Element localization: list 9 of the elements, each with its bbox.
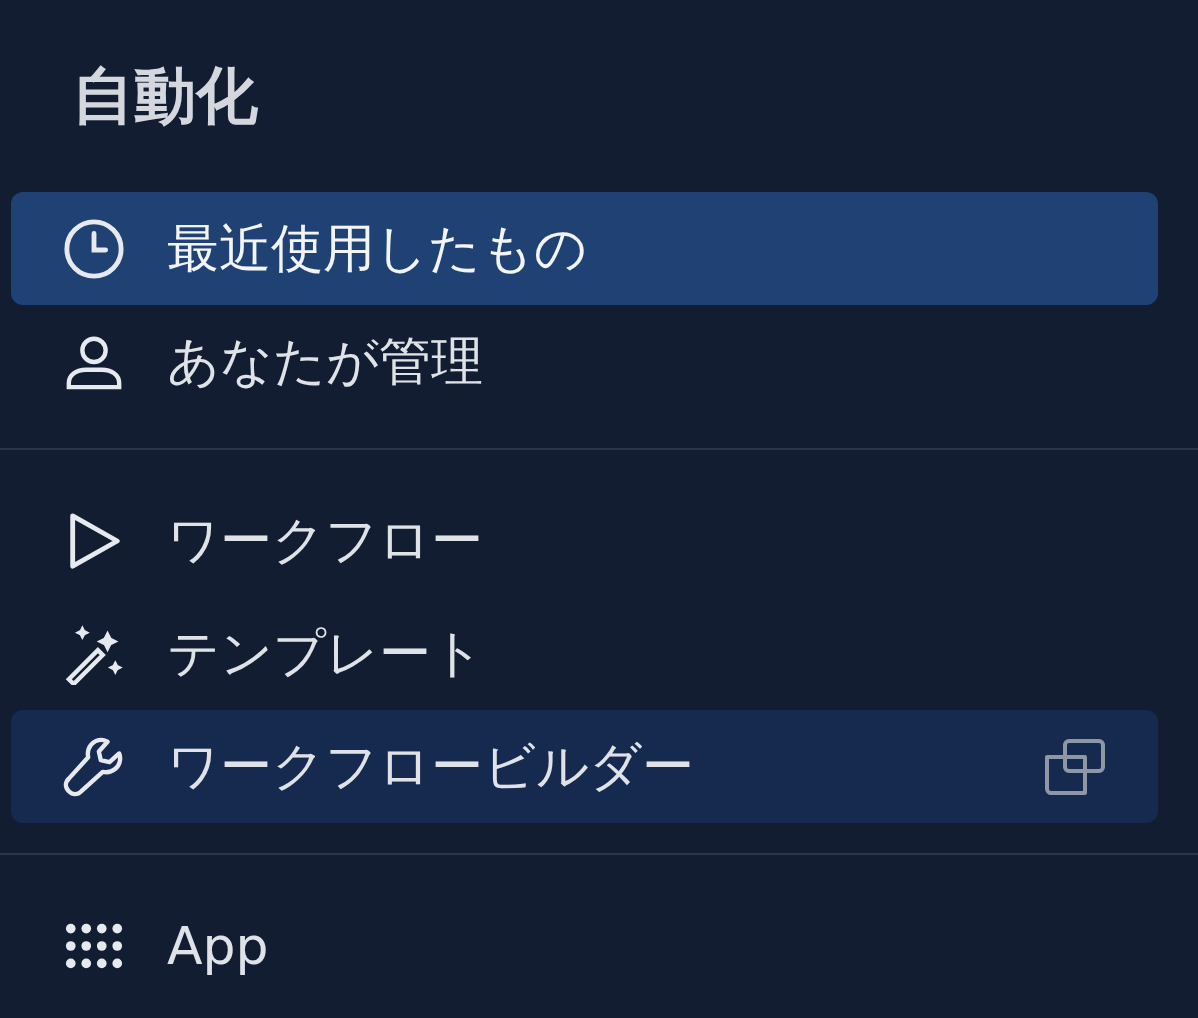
sidebar-item[interactable]: ワークフロービルダー	[11, 710, 1158, 823]
wrench-icon	[63, 735, 125, 798]
sidebar-item[interactable]: 最近使用したもの	[11, 192, 1158, 305]
sidebar-title: 自動化	[71, 58, 259, 134]
sidebar-item[interactable]: ワークフロー	[11, 484, 1158, 597]
sidebar-item[interactable]: App	[11, 889, 1158, 1002]
sidebar-item[interactable]: テンプレート	[11, 597, 1158, 710]
clock-icon	[63, 217, 125, 280]
sidebar-item[interactable]: あなたが管理	[11, 305, 1158, 418]
